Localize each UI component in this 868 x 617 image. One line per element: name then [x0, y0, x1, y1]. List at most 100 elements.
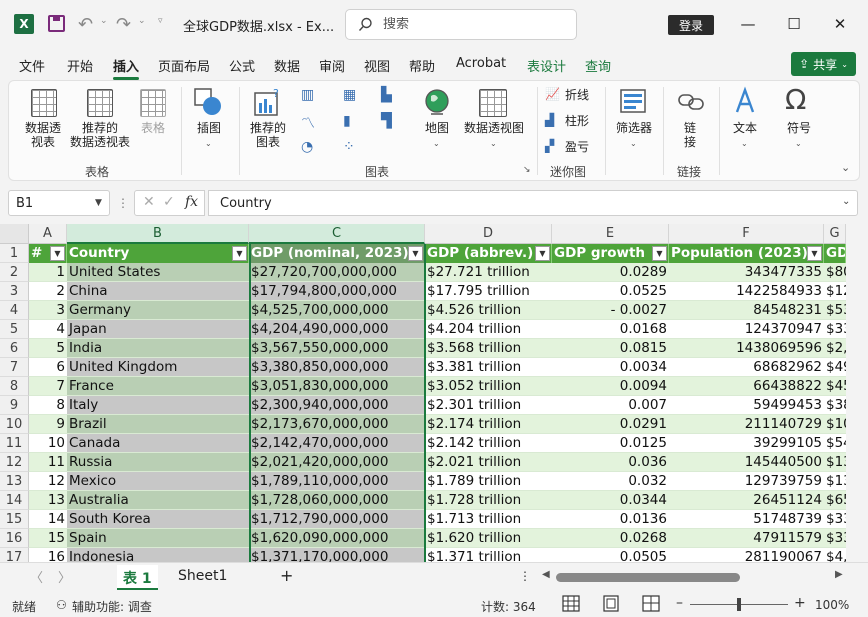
- table-cell[interactable]: China: [67, 282, 249, 301]
- table-cell[interactable]: $45: [824, 377, 846, 396]
- row-header[interactable]: 6: [0, 339, 29, 358]
- filter-dropdown-icon[interactable]: ▼: [50, 246, 65, 261]
- table-cell[interactable]: $1.789 trillion: [425, 472, 552, 491]
- table-cell[interactable]: 211140729: [669, 415, 824, 434]
- login-button[interactable]: 登录: [668, 15, 714, 35]
- save-icon[interactable]: [48, 15, 65, 32]
- table-cell[interactable]: 13: [29, 491, 67, 510]
- table-cell[interactable]: 0.0505: [552, 548, 669, 562]
- column-chart-icon[interactable]: ▥: [301, 87, 314, 103]
- tab-view[interactable]: 视图: [364, 56, 390, 75]
- tab-formulas[interactable]: 公式: [229, 56, 255, 75]
- expand-formula-icon[interactable]: ⌄: [842, 196, 850, 207]
- table-cell[interactable]: $2.174 trillion: [425, 415, 552, 434]
- table-cell[interactable]: 9: [29, 415, 67, 434]
- share-button[interactable]: ⇪ 共享 ⌄: [791, 52, 856, 76]
- table-cell[interactable]: $10: [824, 415, 846, 434]
- column-header[interactable]: F: [669, 224, 824, 244]
- table-cell[interactable]: India: [67, 339, 249, 358]
- table-cell[interactable]: 124370947: [669, 320, 824, 339]
- tab-acrobat[interactable]: Acrobat: [456, 56, 506, 71]
- table-cell[interactable]: $4,: [824, 548, 846, 562]
- column-header[interactable]: B: [67, 224, 249, 244]
- table-cell[interactable]: $1.728 trillion: [425, 491, 552, 510]
- table-cell[interactable]: $17.795 trillion: [425, 282, 552, 301]
- filter-dropdown-icon[interactable]: ▼: [535, 246, 550, 261]
- sheet-tab-table1[interactable]: 表 1: [117, 565, 158, 590]
- table-cell[interactable]: 47911579: [669, 529, 824, 548]
- scroll-right-icon[interactable]: ▶: [835, 569, 843, 580]
- table-cell[interactable]: $1,620,090,000,000: [249, 529, 425, 548]
- table-header-cell[interactable]: Country: [67, 244, 249, 263]
- charts-dialog-launcher-icon[interactable]: ↘: [523, 165, 531, 175]
- table-cell[interactable]: 2: [29, 282, 67, 301]
- table-cell[interactable]: 8: [29, 396, 67, 415]
- collapse-ribbon-icon[interactable]: ⌄: [841, 161, 850, 175]
- table-cell[interactable]: 14: [29, 510, 67, 529]
- minimize-icon[interactable]: —: [728, 12, 768, 36]
- table-cell[interactable]: Germany: [67, 301, 249, 320]
- table-cell[interactable]: 68682962: [669, 358, 824, 377]
- filter-dropdown-icon[interactable]: ▼: [232, 246, 247, 261]
- tab-home[interactable]: 开始: [67, 56, 93, 75]
- combo-chart-icon[interactable]: ▜: [381, 113, 392, 129]
- table-cell[interactable]: $53: [824, 301, 846, 320]
- sheet-next-icon[interactable]: 〉: [58, 567, 71, 586]
- column-header[interactable]: A: [29, 224, 67, 244]
- table-cell[interactable]: $1.620 trillion: [425, 529, 552, 548]
- table-cell[interactable]: $3,380,850,000,000: [249, 358, 425, 377]
- sheet-tab-sheet1[interactable]: Sheet1: [172, 565, 233, 590]
- table-cell[interactable]: 3: [29, 301, 67, 320]
- table-cell[interactable]: $3,567,550,000,000: [249, 339, 425, 358]
- table-cell[interactable]: $2.142 trillion: [425, 434, 552, 453]
- table-cell[interactable]: 0.0525: [552, 282, 669, 301]
- filter-dropdown-icon[interactable]: ▼: [807, 246, 822, 261]
- table-cell[interactable]: $4,204,490,000,000: [249, 320, 425, 339]
- table-cell[interactable]: 1438069596: [669, 339, 824, 358]
- table-cell[interactable]: $1.713 trillion: [425, 510, 552, 529]
- table-cell[interactable]: $3.052 trillion: [425, 377, 552, 396]
- row-header[interactable]: 16: [0, 529, 29, 548]
- row-header[interactable]: 17: [0, 548, 29, 562]
- table-cell[interactable]: 0.007: [552, 396, 669, 415]
- table-cell[interactable]: 26451124: [669, 491, 824, 510]
- horizontal-scrollbar-thumb[interactable]: [556, 573, 740, 582]
- filter-dropdown-icon[interactable]: ▼: [408, 246, 423, 261]
- table-cell[interactable]: 0.036: [552, 453, 669, 472]
- tab-split-handle-icon[interactable]: ⋮: [519, 569, 531, 583]
- table-cell[interactable]: Italy: [67, 396, 249, 415]
- row-header[interactable]: 1: [0, 244, 29, 263]
- line-chart-icon[interactable]: 〽: [301, 113, 315, 133]
- table-cell[interactable]: 6: [29, 358, 67, 377]
- table-cell[interactable]: $2,142,470,000,000: [249, 434, 425, 453]
- table-cell[interactable]: 15: [29, 529, 67, 548]
- pie-chart-icon[interactable]: ◔: [301, 139, 313, 155]
- normal-view-icon[interactable]: [562, 595, 580, 612]
- table-cell[interactable]: United States: [67, 263, 249, 282]
- table-cell[interactable]: 0.0125: [552, 434, 669, 453]
- scatter-chart-icon[interactable]: ⁘: [343, 139, 355, 155]
- table-cell[interactable]: $27.721 trillion: [425, 263, 552, 282]
- tab-table-design[interactable]: 表设计: [527, 56, 566, 75]
- table-cell[interactable]: $1,371,170,000,000: [249, 548, 425, 562]
- tab-help[interactable]: 帮助: [409, 56, 435, 75]
- table-cell[interactable]: Canada: [67, 434, 249, 453]
- table-cell[interactable]: Mexico: [67, 472, 249, 491]
- table-cell[interactable]: $1,712,790,000,000: [249, 510, 425, 529]
- row-header[interactable]: 4: [0, 301, 29, 320]
- tab-data[interactable]: 数据: [274, 56, 300, 75]
- table-header-cell[interactable]: GD: [824, 244, 846, 263]
- table-cell[interactable]: 0.0815: [552, 339, 669, 358]
- table-cell[interactable]: 0.0094: [552, 377, 669, 396]
- table-cell[interactable]: $3,051,830,000,000: [249, 377, 425, 396]
- table-cell[interactable]: Australia: [67, 491, 249, 510]
- table-cell[interactable]: $38: [824, 396, 846, 415]
- table-cell[interactable]: $1.371 trillion: [425, 548, 552, 562]
- table-header-cell[interactable]: Population (2023): [669, 244, 824, 263]
- table-cell[interactable]: $3.381 trillion: [425, 358, 552, 377]
- undo-dropdown-icon[interactable]: ⌄: [100, 16, 108, 26]
- table-cell[interactable]: $2,021,420,000,000: [249, 453, 425, 472]
- table-cell[interactable]: $1,728,060,000,000: [249, 491, 425, 510]
- table-cell[interactable]: $2.301 trillion: [425, 396, 552, 415]
- row-header[interactable]: 2: [0, 263, 29, 282]
